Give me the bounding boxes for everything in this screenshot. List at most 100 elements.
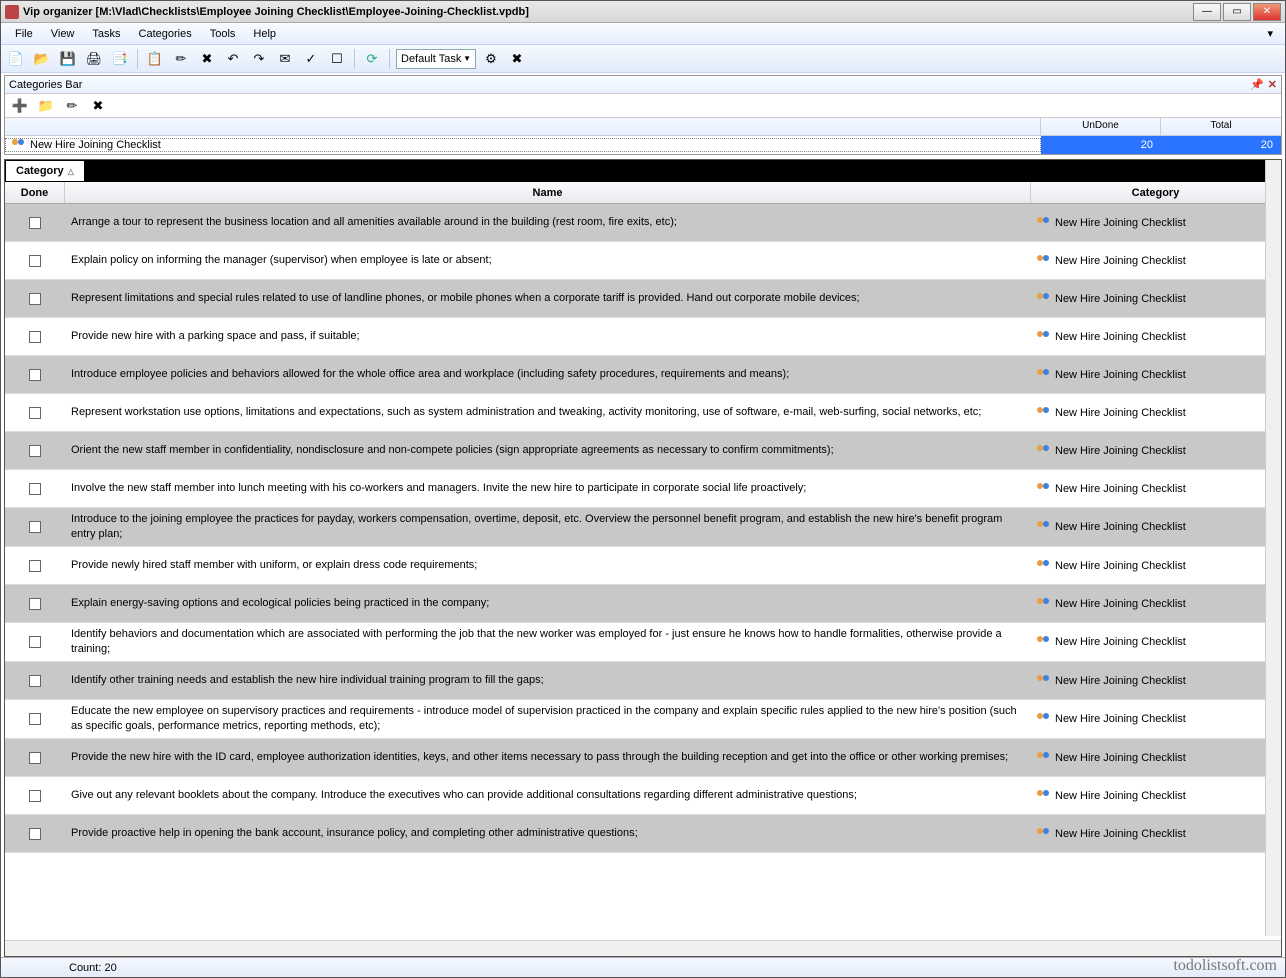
task-name: Identify behaviors and documentation whi… <box>65 623 1031 661</box>
people-icon <box>1037 483 1051 495</box>
table-row[interactable]: Involve the new staff member into lunch … <box>5 470 1281 508</box>
table-row[interactable]: Introduce to the joining employee the pr… <box>5 508 1281 547</box>
done-checkbox[interactable] <box>29 521 41 533</box>
menu-tools[interactable]: Tools <box>202 26 244 42</box>
table-row[interactable]: Identify other training needs and establ… <box>5 662 1281 700</box>
people-icon <box>1037 598 1051 610</box>
undo-button[interactable]: ↶ <box>222 48 244 70</box>
done-checkbox[interactable] <box>29 293 41 305</box>
edit-icon: ✏ <box>176 52 187 65</box>
people-icon <box>1037 675 1051 687</box>
table-row[interactable]: Represent limitations and special rules … <box>5 280 1281 318</box>
done-checkbox[interactable] <box>29 255 41 267</box>
app-icon <box>5 5 19 19</box>
done-checkbox[interactable] <box>29 560 41 572</box>
done-checkbox[interactable] <box>29 407 41 419</box>
task-category: New Hire Joining Checklist <box>1031 748 1281 768</box>
table-row[interactable]: Provide new hire with a parking space an… <box>5 318 1281 356</box>
redo-button[interactable]: ↷ <box>248 48 270 70</box>
people-icon <box>1037 445 1051 457</box>
filter-combo[interactable]: Default Task ▼ <box>396 49 476 69</box>
pin-button[interactable]: 📌 <box>1250 78 1264 91</box>
done-checkbox[interactable] <box>29 636 41 648</box>
table-row[interactable]: Educate the new employee on supervisory … <box>5 700 1281 739</box>
table-row[interactable]: Identify behaviors and documentation whi… <box>5 623 1281 662</box>
doc-icon: 📄 <box>8 52 24 65</box>
new-task-button[interactable]: 📋 <box>144 48 166 70</box>
done-checkbox[interactable] <box>29 713 41 725</box>
done-checkbox[interactable] <box>29 790 41 802</box>
task-category: New Hire Joining Checklist <box>1031 824 1281 844</box>
table-row[interactable]: Introduce employee policies and behavior… <box>5 356 1281 394</box>
cat-new-button[interactable]: ➕ <box>9 95 31 117</box>
export-button[interactable]: 📑 <box>109 48 131 70</box>
table-row[interactable]: Give out any relevant booklets about the… <box>5 777 1281 815</box>
category-undone: 20 <box>1041 136 1161 154</box>
col-category[interactable]: Category △ <box>1031 182 1281 203</box>
cat-header-undone[interactable]: UnDone <box>1041 118 1161 135</box>
table-row[interactable]: Provide proactive help in opening the ba… <box>5 815 1281 853</box>
delete-button[interactable]: ✖ <box>196 48 218 70</box>
new-doc-button[interactable]: 📄 <box>5 48 27 70</box>
task-category: New Hire Joining Checklist <box>1031 709 1281 729</box>
menu-tasks[interactable]: Tasks <box>84 26 128 42</box>
table-row[interactable]: Represent workstation use options, limit… <box>5 394 1281 432</box>
cat-del-button[interactable]: ✖ <box>87 95 109 117</box>
save-button[interactable]: 💾 <box>57 48 79 70</box>
cat-header-name[interactable] <box>5 118 1041 135</box>
apply-button[interactable]: ⚙ <box>480 48 502 70</box>
menu-categories[interactable]: Categories <box>131 26 200 42</box>
vertical-scrollbar[interactable] <box>1265 160 1281 936</box>
check-button[interactable]: ✓ <box>300 48 322 70</box>
cat-edit-button[interactable]: ✏ <box>61 95 83 117</box>
category-row[interactable]: New Hire Joining Checklist 20 20 <box>5 136 1281 154</box>
done-checkbox[interactable] <box>29 217 41 229</box>
col-done[interactable]: Done <box>5 182 65 203</box>
menu-file[interactable]: File <box>7 26 41 42</box>
table-row[interactable]: Explain energy-saving options and ecolog… <box>5 585 1281 623</box>
group-row[interactable]: Category △ <box>5 160 1281 182</box>
table-row[interactable]: Provide the new hire with the ID card, e… <box>5 739 1281 777</box>
task-grid-area: Category △ Done Name Category △ Arrange … <box>4 159 1282 957</box>
edit-button[interactable]: ✏ <box>170 48 192 70</box>
task-category: New Hire Joining Checklist <box>1031 632 1281 652</box>
clear-button[interactable]: ✖ <box>506 48 528 70</box>
close-button[interactable]: ✕ <box>1253 3 1281 21</box>
table-row[interactable]: Provide newly hired staff member with un… <box>5 547 1281 585</box>
done-checkbox[interactable] <box>29 483 41 495</box>
print-button[interactable]: 🖨 <box>83 48 105 70</box>
table-row[interactable]: Explain policy on informing the manager … <box>5 242 1281 280</box>
cat-header-total[interactable]: Total <box>1161 118 1281 135</box>
open-button[interactable]: 📂 <box>31 48 53 70</box>
done-cell <box>5 594 65 614</box>
done-cell <box>5 517 65 537</box>
menu-help[interactable]: Help <box>245 26 284 42</box>
done-checkbox[interactable] <box>29 752 41 764</box>
col-name[interactable]: Name <box>65 182 1031 203</box>
done-checkbox[interactable] <box>29 369 41 381</box>
done-checkbox[interactable] <box>29 675 41 687</box>
apply-icon: ⚙ <box>485 52 497 65</box>
done-checkbox[interactable] <box>29 598 41 610</box>
done-cell <box>5 327 65 347</box>
grid-body[interactable]: Arrange a tour to represent the business… <box>5 204 1281 940</box>
table-row[interactable]: Orient the new staff member in confident… <box>5 432 1281 470</box>
done-checkbox[interactable] <box>29 331 41 343</box>
close-panel-button[interactable]: ✕ <box>1268 78 1277 91</box>
refresh-button[interactable]: ⟳ <box>361 48 383 70</box>
categories-bar-header: Categories Bar 📌 ✕ <box>5 76 1281 94</box>
done-cell <box>5 289 65 309</box>
menu-view[interactable]: View <box>43 26 83 42</box>
maximize-button[interactable]: ▭ <box>1223 3 1251 21</box>
cat-sub-button[interactable]: 📁 <box>35 95 57 117</box>
uncheck-button[interactable]: ☐ <box>326 48 348 70</box>
group-header[interactable]: Category △ <box>6 161 84 181</box>
people-icon <box>1037 636 1051 648</box>
minimize-button[interactable]: — <box>1193 3 1221 21</box>
done-checkbox[interactable] <box>29 445 41 457</box>
menu-overflow[interactable]: ▾ <box>1261 25 1279 42</box>
mail-button[interactable]: ✉ <box>274 48 296 70</box>
done-checkbox[interactable] <box>29 828 41 840</box>
table-row[interactable]: Arrange a tour to represent the business… <box>5 204 1281 242</box>
horizontal-scrollbar[interactable] <box>5 940 1281 956</box>
